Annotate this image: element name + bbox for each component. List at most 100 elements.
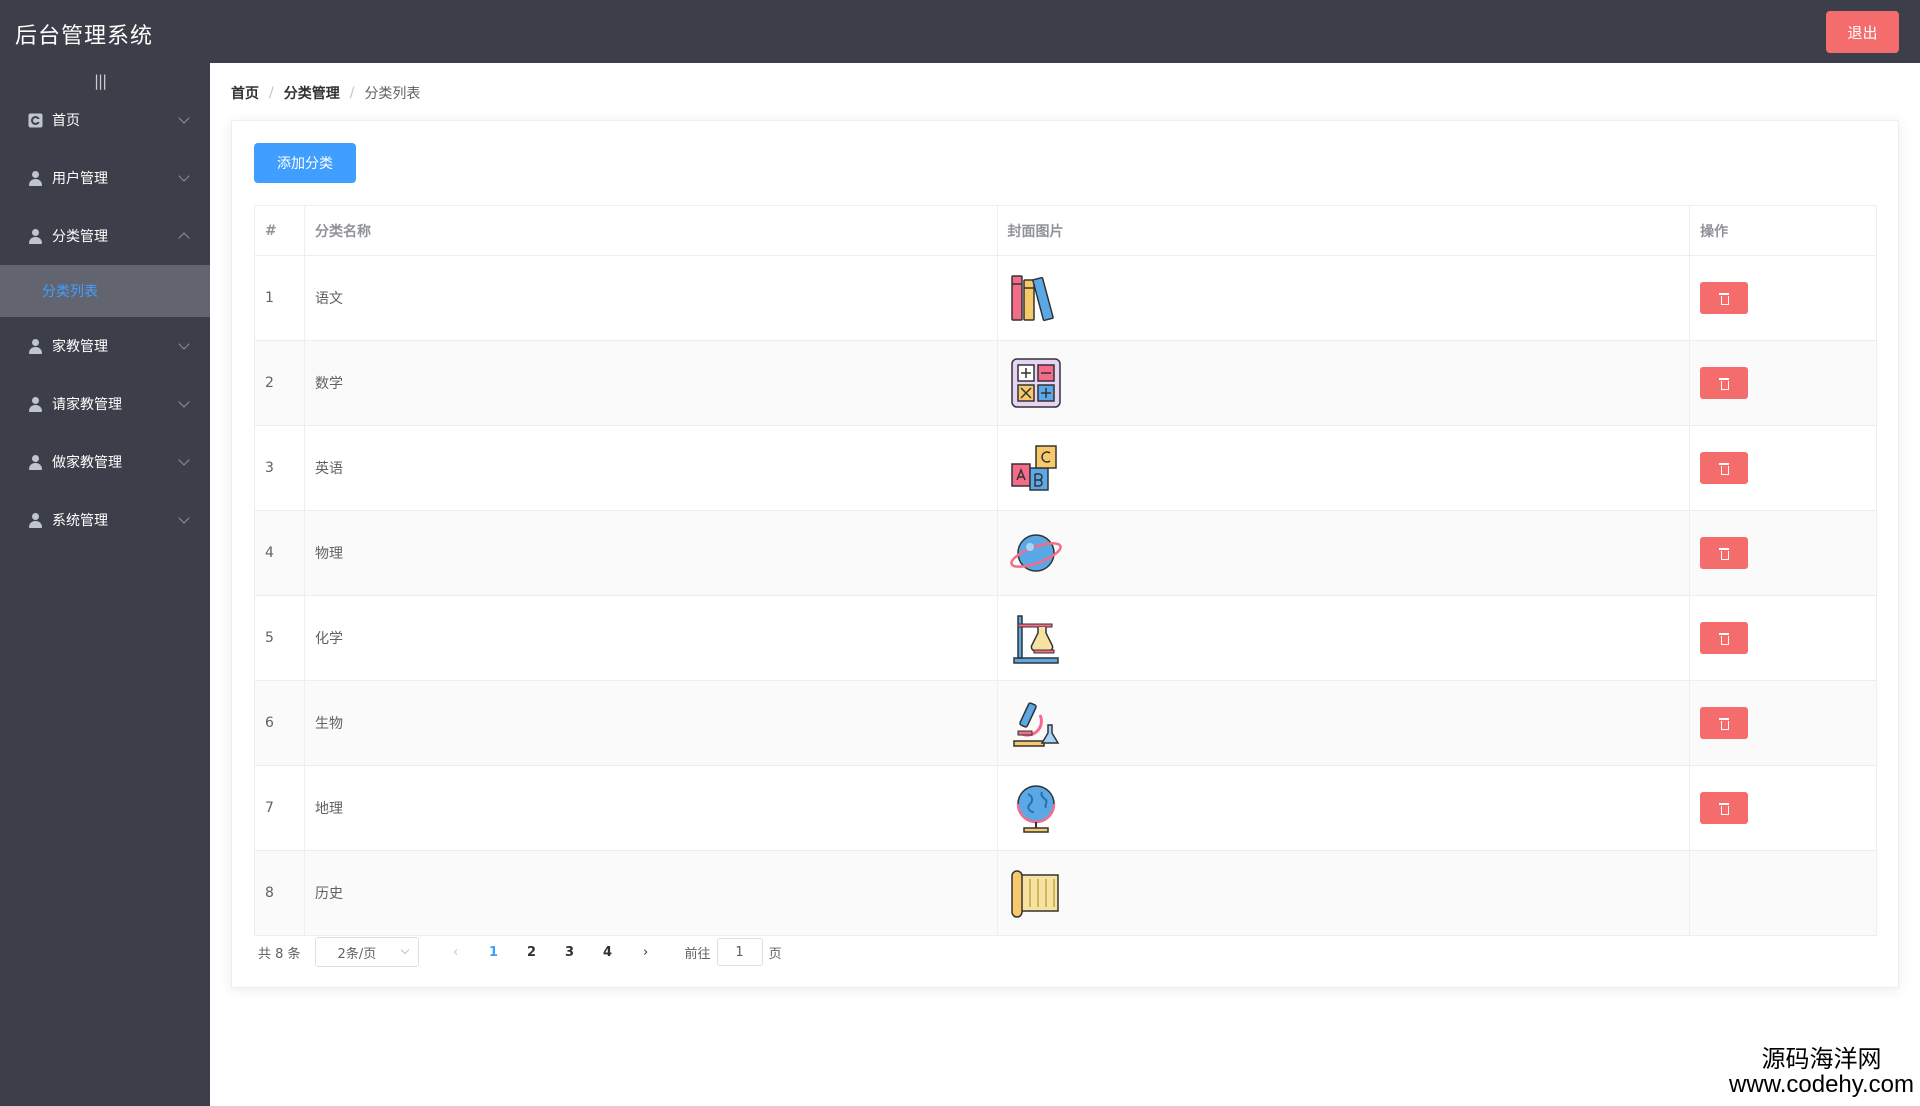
- next-page-button[interactable]: ›: [630, 938, 662, 966]
- row-index: 2: [255, 341, 305, 425]
- sidebar-item-label: 家教管理: [52, 339, 108, 355]
- row-name: 语文: [305, 256, 998, 340]
- row-index: 6: [255, 681, 305, 765]
- row-actions: [1690, 426, 1877, 510]
- breadcrumb-separator: /: [269, 85, 274, 101]
- delete-button[interactable]: [1700, 622, 1749, 654]
- chevron-down-icon: [178, 170, 190, 182]
- top-header: 后台管理系统 退出: [0, 0, 1920, 63]
- page-button-3[interactable]: 3: [554, 938, 586, 966]
- planet-icon: [1009, 534, 1062, 572]
- logout-button[interactable]: 退出: [1826, 11, 1899, 53]
- breadcrumb: 首页 / 分类管理 / 分类列表: [231, 83, 420, 103]
- category-table: # 分类名称 封面图片 操作 1 语文 2 数学 3 英语 4 物理 5 化学 …: [254, 205, 1877, 936]
- row-actions: [1690, 256, 1877, 340]
- chevron-down-icon: [178, 112, 190, 124]
- row-cover: [998, 256, 1691, 340]
- watermark-text: 源码海洋网: [1761, 1045, 1882, 1073]
- row-actions: [1690, 681, 1877, 765]
- row-cover: [998, 511, 1691, 595]
- sidebar-item-label: 首页: [52, 113, 80, 129]
- row-name: 数学: [305, 341, 998, 425]
- table-row: 1 语文: [255, 256, 1877, 341]
- sidebar-item-hire-tutor[interactable]: 请家教管理: [0, 376, 210, 432]
- user-icon: [27, 228, 43, 244]
- breadcrumb-separator: /: [349, 85, 355, 101]
- breadcrumb-home[interactable]: 首页: [231, 83, 259, 103]
- row-cover: [998, 766, 1691, 850]
- trash-icon: [1719, 292, 1730, 305]
- app-title: 后台管理系统: [15, 24, 154, 49]
- chevron-down-icon: [178, 512, 190, 524]
- collapse-toggle-icon[interactable]: |||: [94, 72, 107, 90]
- table-row: 4 物理: [255, 511, 1877, 596]
- delete-button[interactable]: [1700, 282, 1749, 314]
- row-cover: [998, 851, 1691, 935]
- row-actions: [1690, 341, 1877, 425]
- breadcrumb-section: 分类管理: [283, 86, 340, 102]
- sidebar-item-label: 分类管理: [52, 229, 108, 245]
- goto-label: 前往: [684, 946, 711, 962]
- globe-icon: [1016, 785, 1055, 833]
- content-card: 添加分类 # 分类名称 封面图片 操作 1 语文 2 数学 3 英语 4 物理 …: [231, 120, 1899, 988]
- row-name: 化学: [305, 596, 998, 680]
- delete-button[interactable]: [1700, 792, 1749, 824]
- chevron-up-icon: [178, 232, 190, 244]
- breadcrumb-current: 分类列表: [364, 86, 421, 102]
- row-actions: [1690, 766, 1877, 850]
- add-category-button[interactable]: 添加分类: [254, 143, 356, 183]
- table-row: 8 历史: [255, 851, 1877, 936]
- page-size-select[interactable]: 2条/页: [314, 937, 419, 967]
- books-icon: [1010, 275, 1054, 322]
- page-button-1[interactable]: 1: [478, 938, 510, 966]
- delete-button[interactable]: [1700, 707, 1749, 739]
- lab-stand-icon: [1012, 615, 1059, 664]
- math-icon: [1010, 358, 1061, 408]
- row-actions: [1690, 596, 1877, 680]
- user-icon: [27, 338, 43, 354]
- row-name: 英语: [305, 426, 998, 510]
- table-row: 5 化学: [255, 596, 1877, 681]
- abc-blocks-icon: [1010, 445, 1057, 491]
- row-name: 生物: [305, 681, 998, 765]
- delete-button[interactable]: [1700, 452, 1749, 484]
- user-icon: [27, 396, 43, 412]
- page-button-2[interactable]: 2: [516, 938, 548, 966]
- row-index: 7: [255, 766, 305, 850]
- table-row: 3 英语: [255, 426, 1877, 511]
- row-cover: [998, 341, 1691, 425]
- pagination: 共 8 条 2条/页 ‹ 1 2 3 4 › 前往 页: [258, 936, 782, 968]
- sidebar-item-label: 请家教管理: [52, 397, 122, 413]
- delete-button[interactable]: [1700, 537, 1749, 569]
- row-index: 3: [255, 426, 305, 510]
- sidebar-item-users[interactable]: 用户管理: [0, 150, 210, 206]
- chevron-down-icon: [178, 454, 190, 466]
- sidebar-item-tutors[interactable]: 家教管理: [0, 318, 210, 374]
- column-header-name: 分类名称: [305, 206, 998, 255]
- page-suffix-label: 页: [768, 946, 782, 962]
- trash-icon: [1719, 377, 1730, 390]
- user-icon: [27, 512, 43, 528]
- column-header-image: 封面图片: [998, 206, 1691, 255]
- trash-icon: [1719, 462, 1730, 475]
- page-size-value: 2条/页: [337, 946, 377, 962]
- delete-button[interactable]: [1700, 367, 1749, 399]
- sidebar-item-label: 做家教管理: [52, 455, 122, 471]
- trash-icon: [1719, 632, 1730, 645]
- row-index: 4: [255, 511, 305, 595]
- watermark-url: www.codehy.com: [1729, 1071, 1914, 1098]
- trash-icon: [1719, 717, 1730, 730]
- sidebar-item-be-tutor[interactable]: 做家教管理: [0, 434, 210, 490]
- table-header-row: # 分类名称 封面图片 操作: [255, 206, 1877, 256]
- sidebar-item-system[interactable]: 系统管理: [0, 492, 210, 548]
- row-index: 8: [255, 851, 305, 935]
- sidebar-subitem-category-list[interactable]: 分类列表: [0, 265, 210, 317]
- sidebar-item-home[interactable]: 首页: [0, 92, 210, 148]
- goto-page-input[interactable]: [716, 938, 763, 966]
- column-header-ops: 操作: [1690, 206, 1877, 255]
- prev-page-button[interactable]: ‹: [440, 938, 472, 966]
- row-cover: [998, 596, 1691, 680]
- row-name: 地理: [305, 766, 998, 850]
- sidebar-item-categories[interactable]: 分类管理: [0, 208, 210, 264]
- page-button-4[interactable]: 4: [592, 938, 624, 966]
